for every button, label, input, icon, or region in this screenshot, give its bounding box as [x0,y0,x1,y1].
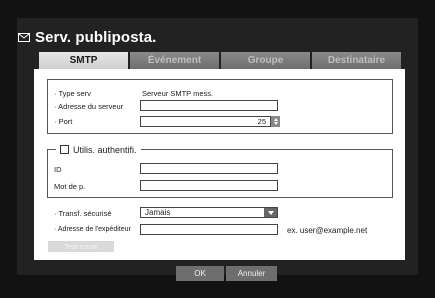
sender-address-label: · Adresse de l'expéditeur [54,226,131,233]
port-input[interactable]: 25 [140,116,271,127]
server-address-label: · Adresse du serveur [54,102,124,111]
tab-groupe[interactable]: Groupe [221,52,310,69]
tab-destinataire[interactable]: Destinataire [312,52,401,69]
server-type-value: Serveur SMTP mess. [142,89,214,98]
tab-evenement[interactable]: Événement [130,52,219,69]
window-title: Serv. publiposta. [35,28,157,46]
server-type-row: · Type serv [54,88,91,99]
auth-checkbox-label: Utilis. authentifi. [73,144,137,155]
ok-button[interactable]: OK [176,266,224,281]
sender-address-input[interactable] [140,224,278,235]
cancel-button[interactable]: Annuler [226,266,277,281]
mail-icon [18,32,30,42]
spinner-up-icon[interactable] [273,118,278,121]
port-spinner[interactable] [271,116,280,127]
secure-transfer-select[interactable]: Jamais [140,207,278,218]
auth-checkbox[interactable] [60,145,69,154]
server-type-label: · Type serv [54,89,91,98]
chevron-down-icon [267,210,274,215]
server-address-input[interactable] [140,100,278,111]
window-title-bar: Serv. publiposta. [18,26,156,48]
spinner-down-icon[interactable] [273,122,278,125]
auth-legend: Utilis. authentifi. [56,144,141,155]
dropdown-button[interactable] [264,208,277,217]
port-label: · Port [54,117,73,126]
secure-transfer-label: · Transf. sécurisé [54,209,112,218]
id-label: ID [54,165,62,174]
smtp-panel: · Type serv Serveur SMTP mess. · Adresse… [34,69,405,260]
secure-transfer-value: Jamais [145,208,171,217]
sender-address-hint: ex. user@example.net [287,226,368,235]
password-input[interactable] [140,180,278,191]
password-label: Mot de p. [54,182,86,191]
test-email-button[interactable]: Test email [48,241,114,252]
id-input[interactable] [140,163,278,174]
tab-smtp[interactable]: SMTP [39,52,128,69]
tab-bar: SMTP Événement Groupe Destinataire [39,52,401,69]
